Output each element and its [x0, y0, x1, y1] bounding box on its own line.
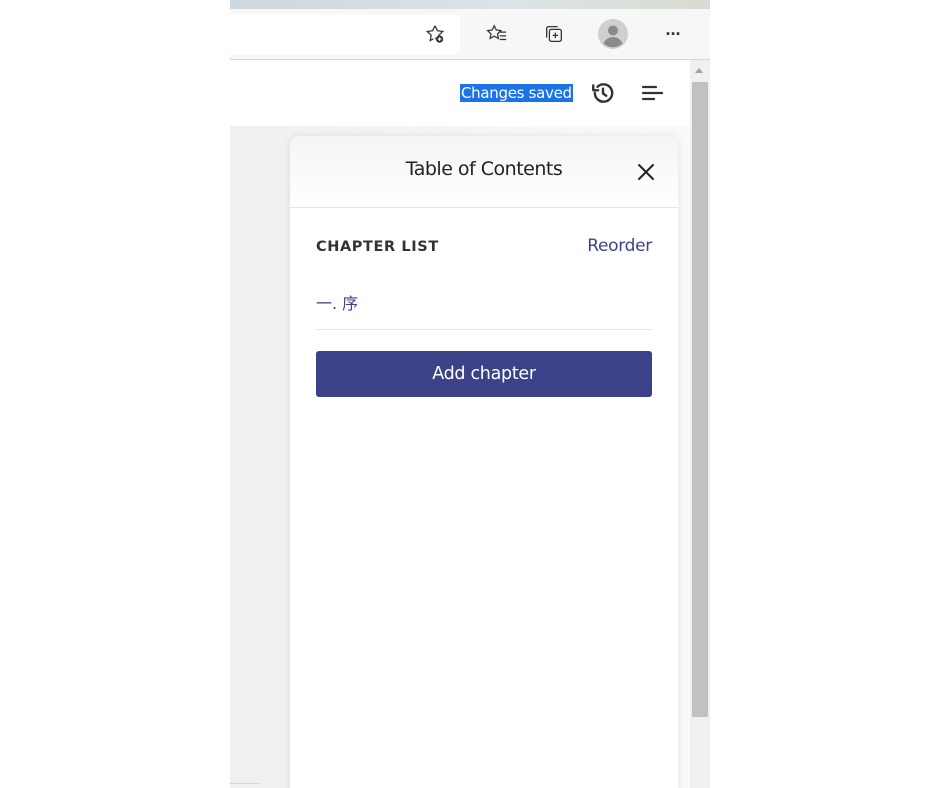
browser-viewport: ··· Changes saved Table of Contents CHAP… — [230, 0, 710, 788]
add-favorite-icon[interactable] — [420, 19, 450, 49]
chapter-list-label: CHAPTER LIST — [316, 239, 439, 255]
collections-icon[interactable] — [539, 19, 569, 49]
scrollbar-thumb[interactable] — [692, 82, 708, 717]
editor-header: Changes saved — [230, 60, 690, 126]
history-icon[interactable] — [589, 79, 617, 107]
chapter-list-header: CHAPTER LIST Reorder — [316, 236, 652, 260]
toc-title: Table of Contents — [405, 158, 563, 180]
table-of-contents-panel: Table of Contents CHAPTER LIST Reorder 一… — [290, 136, 678, 788]
tab-strip — [230, 0, 710, 9]
save-status: Changes saved — [460, 84, 573, 102]
more-icon[interactable]: ··· — [658, 19, 688, 49]
favorites-icon[interactable] — [482, 19, 512, 49]
chapter-list-item[interactable]: 一. 序 — [316, 286, 652, 330]
scroll-up-arrow-icon[interactable] — [695, 68, 703, 73]
add-chapter-button[interactable]: Add chapter — [316, 351, 652, 397]
browser-toolbar: ··· — [230, 9, 710, 60]
reorder-link[interactable]: Reorder — [587, 236, 652, 256]
divider — [230, 783, 260, 784]
profile-icon[interactable] — [598, 19, 628, 49]
toc-header: Table of Contents — [290, 136, 678, 208]
chapter-title[interactable]: 一. 序 — [316, 290, 358, 314]
toc-menu-icon[interactable] — [638, 79, 666, 107]
vertical-scrollbar[interactable] — [690, 60, 710, 788]
close-icon[interactable] — [636, 162, 656, 182]
